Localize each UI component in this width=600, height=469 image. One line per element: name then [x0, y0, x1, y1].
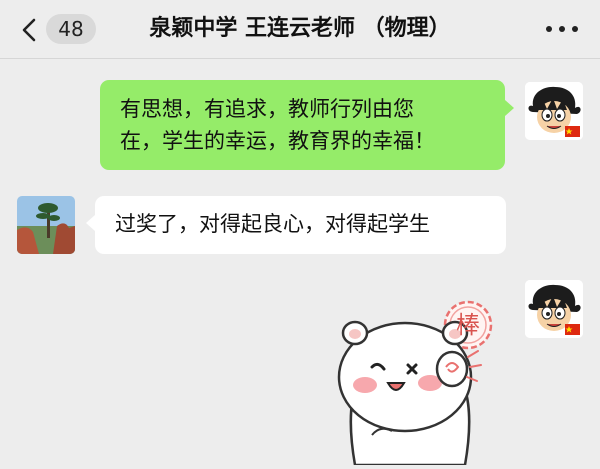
chat-title: 泉颖中学 王连云老师 （物理） — [149, 16, 451, 41]
sticker-message[interactable]: 棒 — [330, 285, 510, 467]
bubble-tail — [86, 215, 95, 231]
landscape-photo-icon — [17, 196, 75, 254]
message-bubble-self[interactable]: 有思想，有追求，教师行列由您 在，学生的幸运，教育界的幸福！ — [100, 80, 505, 170]
chevron-left-icon — [22, 18, 36, 42]
message-line: 过奖了，对得起良心，对得起学生 — [115, 212, 430, 236]
unread-count-badge: 48 — [46, 14, 96, 44]
bubble-tail — [505, 100, 514, 116]
chat-header: 48 泉颖中学 王连云老师 （物理） — [0, 0, 600, 59]
more-dots-icon — [546, 26, 552, 32]
message-bubble-other[interactable]: 过奖了，对得起良心，对得起学生 — [95, 196, 506, 254]
bear-sticker-icon — [337, 300, 493, 467]
more-dots-icon-dot — [572, 26, 578, 32]
message-line: 在，学生的幸运，教育界的幸福！ — [120, 129, 435, 153]
more-dots-icon-dot — [559, 26, 565, 32]
back-button[interactable]: 48 — [18, 10, 98, 48]
more-options-button[interactable] — [540, 20, 584, 38]
self-avatar[interactable] — [525, 82, 583, 140]
self-avatar[interactable] — [525, 280, 583, 338]
sticker-badge-text: 棒 — [456, 311, 480, 339]
cartoon-boy-icon — [525, 82, 583, 140]
cartoon-boy-icon — [525, 280, 583, 338]
message-line: 有思想，有追求，教师行列由您 — [120, 97, 414, 121]
contact-avatar[interactable] — [17, 196, 75, 254]
